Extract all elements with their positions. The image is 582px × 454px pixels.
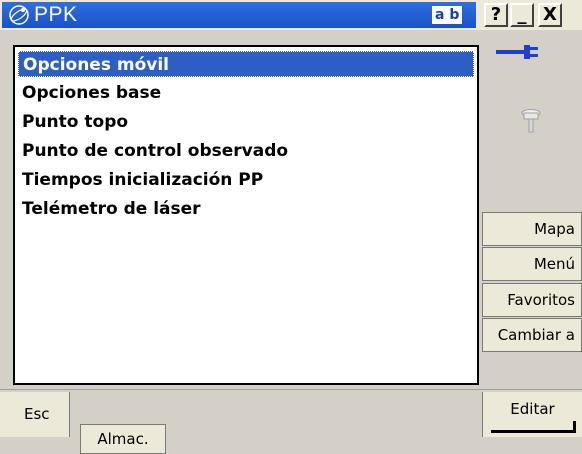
gnss-antenna-icon[interactable] xyxy=(520,108,542,134)
list-item[interactable]: Tiempos inicialización PP xyxy=(18,167,474,193)
window-title: PPK xyxy=(34,3,78,26)
list-item[interactable]: Telémetro de láser xyxy=(18,196,474,222)
power-plug-icon[interactable] xyxy=(496,42,542,62)
edit-button[interactable]: Editar xyxy=(482,392,582,437)
list-item[interactable]: Punto de control observado xyxy=(18,138,474,164)
satellite-icon xyxy=(9,5,29,25)
menu-button[interactable]: Menú xyxy=(482,247,582,281)
title-area: PPK a b xyxy=(2,2,476,28)
close-button[interactable]: X xyxy=(538,3,562,27)
minimize-button[interactable]: _ xyxy=(510,3,534,27)
store-button[interactable]: Almac. xyxy=(80,424,166,454)
switch-to-button[interactable]: Cambiar a xyxy=(482,318,582,352)
edit-button-label: Editar xyxy=(510,400,555,418)
edit-tick xyxy=(573,421,576,433)
status-panel xyxy=(482,34,582,206)
list-item[interactable]: Opciones móvil xyxy=(18,51,474,77)
list-item[interactable]: Opciones base xyxy=(18,80,474,106)
input-mode-indicator[interactable]: a b xyxy=(432,6,463,24)
favorites-button[interactable]: Favoritos xyxy=(482,283,582,317)
window-titlebar: PPK a b ? _ X xyxy=(0,0,582,30)
list-item[interactable]: Punto topo xyxy=(18,109,474,135)
survey-options-list[interactable]: Opciones móvil Opciones base Punto topo … xyxy=(13,45,479,385)
map-button[interactable]: Mapa xyxy=(482,212,582,246)
edit-underline xyxy=(491,430,576,433)
esc-button[interactable]: Esc xyxy=(0,392,70,437)
help-button[interactable]: ? xyxy=(484,3,508,27)
